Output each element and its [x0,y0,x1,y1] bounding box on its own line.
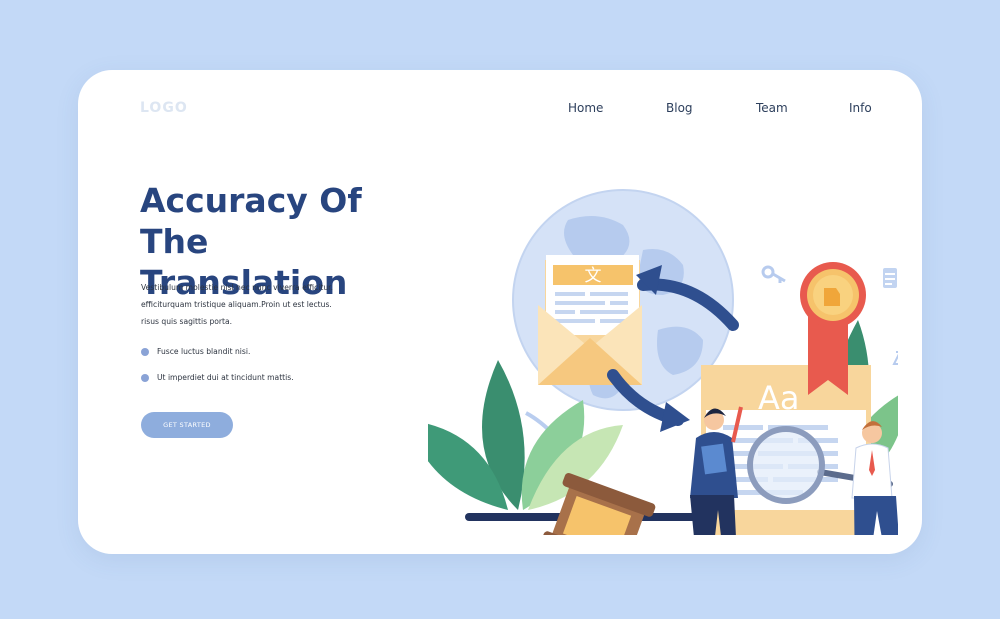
description-line: Vestibulum molestie nisl nec nunc viverr… [141,283,334,292]
feature-list: Fusce luctus blandit nisi. Ut imperdiet … [141,344,294,396]
hero-description: Vestibulum molestie nisl nec nunc viverr… [141,279,341,330]
bullet-dot-icon [141,374,149,382]
scroll-icon [883,268,897,288]
top-nav: Home Blog Team Info [78,101,922,121]
list-item-text: Ut imperdiet dui at tincidunt mattis. [157,373,294,382]
hero-title-line1: Accuracy Of The [140,181,362,261]
description-line: risus quis sagittis porta. [141,317,233,326]
translation-illustration: 文 Aa [428,189,898,535]
list-item-text: Fusce luctus blandit nisi. [157,347,251,356]
list-item: Ut imperdiet dui at tincidunt mattis. [141,370,294,396]
get-started-button[interactable]: GET STARTED [141,412,233,438]
document-text: Aa [758,379,800,417]
scales-icon [892,351,898,365]
key-icon [761,265,786,283]
description-line: efficiturquam tristique aliquam.Proin ut… [141,300,332,309]
envelope-glyph: 文 [585,266,602,286]
envelope-icon: 文 [538,255,642,385]
nav-blog[interactable]: Blog [666,101,693,115]
nav-team[interactable]: Team [756,101,788,115]
landing-card: LOGO Home Blog Team Info Accuracy Of The… [78,70,922,554]
bullet-dot-icon [141,348,149,356]
nav-home[interactable]: Home [568,101,603,115]
list-item: Fusce luctus blandit nisi. [141,344,294,370]
nav-info[interactable]: Info [849,101,872,115]
